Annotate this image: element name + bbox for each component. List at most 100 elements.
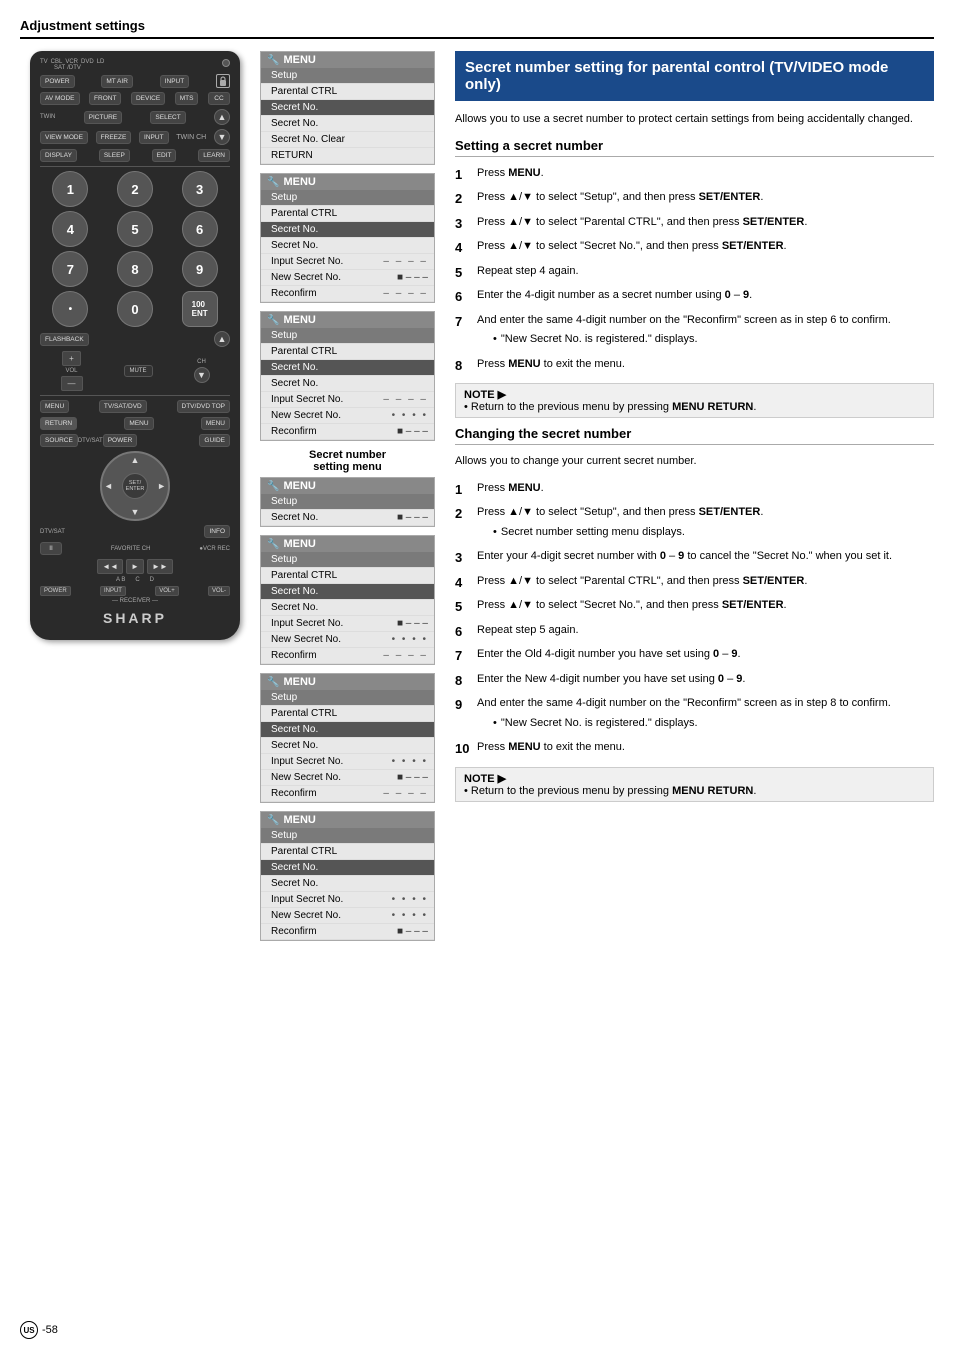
nav-right-button[interactable]: ► <box>157 481 166 491</box>
menu-item-setup-7[interactable]: Setup <box>261 828 434 844</box>
vol-plus-button[interactable]: + <box>62 351 81 366</box>
menu-item-secret-no-7[interactable]: Secret No. <box>261 860 434 876</box>
menu-item-reconfirm-6[interactable]: Reconfirm– – – – <box>261 786 434 802</box>
mute-button[interactable]: MUTE <box>124 365 153 377</box>
power-button[interactable]: POWER <box>40 75 75 88</box>
dot-button[interactable]: • <box>52 291 88 327</box>
num-0-button[interactable]: 0 <box>117 291 153 327</box>
nav-left-button[interactable]: ◄ <box>104 481 113 491</box>
return-button[interactable]: RETURN <box>40 417 77 430</box>
freeze-button[interactable]: FREEZE <box>96 131 132 144</box>
menu-item-reconfirm-7[interactable]: Reconfirm■ – – – <box>261 924 434 940</box>
edit-button[interactable]: EDIT <box>152 149 177 162</box>
learn-button[interactable]: LEARN <box>198 149 230 162</box>
menu-item-parental-6[interactable]: Parental CTRL <box>261 706 434 722</box>
menu-item-input-2[interactable]: Input Secret No.– – – – <box>261 254 434 270</box>
menu-item-secret-no-1b[interactable]: Secret No. <box>261 116 434 132</box>
menu-item-setup-3[interactable]: Setup <box>261 328 434 344</box>
menu-item-secret-clear-1[interactable]: Secret No. Clear <box>261 132 434 148</box>
menu-item-parental-7[interactable]: Parental CTRL <box>261 844 434 860</box>
menu-item-secret-no-6[interactable]: Secret No. <box>261 722 434 738</box>
menu-item-input-5[interactable]: Input Secret No.■ – – – <box>261 616 434 632</box>
menu-item-parental-5[interactable]: Parental CTRL <box>261 568 434 584</box>
menu-item-new-5[interactable]: New Secret No.• • • • <box>261 632 434 648</box>
menu-item-input-3[interactable]: Input Secret No.– – – – <box>261 392 434 408</box>
receiver-vol-minus-button[interactable]: VOL- <box>208 586 230 596</box>
sleep-button[interactable]: SLEEP <box>99 149 130 162</box>
menu-button-3[interactable]: MENU <box>201 417 230 430</box>
menu-item-setup-2[interactable]: Setup <box>261 190 434 206</box>
menu-item-secret-no-5[interactable]: Secret No. <box>261 584 434 600</box>
menu-item-setup-1[interactable]: Setup <box>261 68 434 84</box>
menu-item-setup-5[interactable]: Setup <box>261 552 434 568</box>
rewind-button[interactable]: ◄◄ <box>97 559 123 574</box>
num-3-button[interactable]: 3 <box>182 171 218 207</box>
cc-button[interactable]: CC <box>208 92 230 105</box>
menu-item-reconfirm-3[interactable]: Reconfirm■ – – – <box>261 424 434 440</box>
info-button[interactable]: INFO <box>204 525 230 538</box>
guide-button[interactable]: GUIDE <box>199 434 230 447</box>
menu-item-parental-1[interactable]: Parental CTRL <box>261 84 434 100</box>
menu-item-new-6[interactable]: New Secret No.■ – – – <box>261 770 434 786</box>
menu-item-secret-no-2[interactable]: Secret No. <box>261 222 434 238</box>
input-button-top[interactable]: INPUT <box>160 75 190 88</box>
source-button[interactable]: SOURCE <box>40 434 78 447</box>
device-button[interactable]: DEVICE <box>131 92 165 105</box>
menu-button-2[interactable]: MENU <box>124 417 153 430</box>
receiver-power-button[interactable]: POWER <box>40 586 71 596</box>
dtv-dvd-top-button[interactable]: DTV/DVD TOP <box>177 400 230 413</box>
input-button-twin[interactable]: INPUT <box>139 131 169 144</box>
down-arrow-top[interactable]: ▼ <box>214 129 230 145</box>
num-8-button[interactable]: 8 <box>117 251 153 287</box>
menu-item-secret-no-1[interactable]: Secret No. <box>261 100 434 116</box>
menu-item-secret-no-3b[interactable]: Secret No. <box>261 376 434 392</box>
picture-button[interactable]: PICTURE <box>84 111 123 124</box>
num-9-button[interactable]: 9 <box>182 251 218 287</box>
menu-item-secret-no-5b[interactable]: Secret No. <box>261 600 434 616</box>
fast-forward-button[interactable]: ►► <box>147 559 173 574</box>
mts-button[interactable]: MTS <box>175 92 199 105</box>
menu-item-return-1[interactable]: RETURN <box>261 148 434 164</box>
av-mode-button[interactable]: AV MODE <box>40 92 80 105</box>
ch-up-button[interactable]: ▲ <box>214 331 230 347</box>
num-4-button[interactable]: 4 <box>52 211 88 247</box>
play-button[interactable]: ► <box>126 559 144 574</box>
menu-item-secret-no-3[interactable]: Secret No. <box>261 360 434 376</box>
menu-item-secret-no-7b[interactable]: Secret No. <box>261 876 434 892</box>
menu-item-parental-2[interactable]: Parental CTRL <box>261 206 434 222</box>
menu-item-secret-no-2b[interactable]: Secret No. <box>261 238 434 254</box>
nav-down-button[interactable]: ▼ <box>131 507 140 517</box>
menu-item-setup-4[interactable]: Setup <box>261 494 434 510</box>
menu-item-input-7[interactable]: Input Secret No.• • • • <box>261 892 434 908</box>
menu-item-setup-6[interactable]: Setup <box>261 690 434 706</box>
mt-air-button[interactable]: MT AIR <box>101 75 133 88</box>
ch-down-button[interactable]: ▼ <box>194 367 210 383</box>
vol-minus-button[interactable]: — <box>61 376 83 391</box>
num-5-button[interactable]: 5 <box>117 211 153 247</box>
up-arrow-top[interactable]: ▲ <box>214 109 230 125</box>
num-1-button[interactable]: 1 <box>52 171 88 207</box>
menu-item-new-7[interactable]: New Secret No.• • • • <box>261 908 434 924</box>
pause-button[interactable]: II <box>40 542 62 555</box>
tv-sat-dvd-button[interactable]: TV/SAT/DVD <box>99 400 147 413</box>
num-2-button[interactable]: 2 <box>117 171 153 207</box>
set-enter-button[interactable]: SET/ENTER <box>122 473 148 499</box>
menu-item-reconfirm-5[interactable]: Reconfirm– – – – <box>261 648 434 664</box>
num-6-button[interactable]: 6 <box>182 211 218 247</box>
flashback-button[interactable]: FLASHBACK <box>40 333 89 346</box>
menu-item-new-2[interactable]: New Secret No.■ – – – <box>261 270 434 286</box>
menu-button[interactable]: MENU <box>40 400 69 413</box>
menu-item-secret-4[interactable]: Secret No.■ – – – <box>261 510 434 526</box>
select-button[interactable]: SELECT <box>150 111 185 124</box>
menu-item-reconfirm-2[interactable]: Reconfirm– – – – <box>261 286 434 302</box>
view-mode-button[interactable]: VIEW MODE <box>40 131 88 144</box>
num-100-button[interactable]: 100ENT <box>182 291 218 327</box>
power-button-2[interactable]: POWER <box>103 434 138 447</box>
nav-up-button[interactable]: ▲ <box>131 455 140 465</box>
menu-item-new-3[interactable]: New Secret No.• • • • <box>261 408 434 424</box>
menu-item-parental-3[interactable]: Parental CTRL <box>261 344 434 360</box>
receiver-input-button[interactable]: INPUT <box>100 586 126 596</box>
menu-item-input-6[interactable]: Input Secret No.• • • • <box>261 754 434 770</box>
receiver-vol-plus-button[interactable]: VOL+ <box>155 586 179 596</box>
num-7-button[interactable]: 7 <box>52 251 88 287</box>
